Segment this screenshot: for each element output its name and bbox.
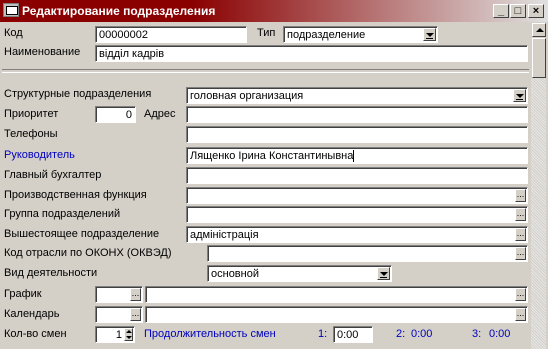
okonh-lookup-button[interactable]: ... xyxy=(515,247,526,260)
parent-input[interactable]: адміністрація ... xyxy=(186,226,528,243)
type-label: Тип xyxy=(257,27,276,39)
activity-label: Вид деятельности xyxy=(4,267,98,279)
maximize-button[interactable]: □ xyxy=(510,4,526,18)
shift2-duration-value: 0:00 xyxy=(411,328,433,340)
schedule-lookup-button[interactable]: ... xyxy=(515,288,526,301)
activity-select-value: основной xyxy=(211,268,259,280)
minimize-button[interactable]: _ xyxy=(493,4,509,18)
function-input[interactable]: ... xyxy=(186,187,528,204)
type-select-value: подразделение xyxy=(287,29,366,41)
parent-input-value: адміністрація xyxy=(190,229,259,241)
scroll-up-icon[interactable] xyxy=(532,23,546,37)
structural-label: Структурные подразделения xyxy=(4,88,152,100)
shift3-label: 3: xyxy=(472,328,482,340)
activity-select[interactable]: основной xyxy=(207,265,392,282)
shift3-duration-value: 0:00 xyxy=(489,328,511,340)
chevron-down-icon[interactable] xyxy=(423,28,436,41)
priority-input[interactable]: 0 xyxy=(95,106,136,123)
priority-label: Приоритет xyxy=(4,108,59,120)
shift2-label: 2: xyxy=(396,328,406,340)
divider xyxy=(2,69,529,73)
shifts-label: Кол-во смен xyxy=(4,328,67,340)
address-input[interactable] xyxy=(186,106,528,123)
name-label: Наименование xyxy=(4,46,81,58)
chevron-down-icon[interactable] xyxy=(513,89,526,102)
type-select[interactable]: подразделение xyxy=(283,26,438,43)
phones-input[interactable] xyxy=(186,126,528,143)
head-input[interactable]: Лященко Ірина Константинывна xyxy=(186,147,528,164)
calendar-code-lookup-button[interactable]: ... xyxy=(130,308,141,321)
structural-select-value: головная организация xyxy=(190,90,304,102)
window-icon xyxy=(3,3,19,17)
name-input[interactable]: відділ кадрів xyxy=(95,45,528,62)
schedule-code-lookup-button[interactable]: ... xyxy=(130,288,141,301)
code-input[interactable]: 00000002 xyxy=(95,26,247,43)
group-label: Группа подразделений xyxy=(4,208,121,220)
group-input[interactable]: ... xyxy=(186,206,528,223)
okonh-input[interactable]: ... xyxy=(207,245,528,262)
structural-select[interactable]: головная организация xyxy=(186,87,528,104)
head-label[interactable]: Руководитель xyxy=(4,149,75,161)
accountant-input[interactable] xyxy=(186,167,528,184)
scroll-track[interactable] xyxy=(531,78,546,349)
calendar-label: Календарь xyxy=(4,308,60,320)
parent-lookup-button[interactable]: ... xyxy=(515,228,526,241)
shifts-value: 1 xyxy=(115,329,122,341)
shifts-stepper[interactable]: 1 xyxy=(95,326,135,343)
schedule-name-input[interactable]: ... xyxy=(145,286,528,303)
shift1-duration-input[interactable]: 0:00 xyxy=(333,326,373,343)
close-button[interactable]: × xyxy=(528,4,544,18)
group-lookup-button[interactable]: ... xyxy=(515,208,526,221)
vertical-scrollbar[interactable] xyxy=(531,22,546,349)
text-cursor xyxy=(353,150,355,163)
phones-label: Телефоны xyxy=(4,128,58,140)
function-label: Производственная функция xyxy=(4,189,147,201)
duration-label: Продолжительность смен xyxy=(144,328,276,340)
calendar-lookup-button[interactable]: ... xyxy=(515,308,526,321)
schedule-code-input[interactable]: ... xyxy=(95,286,143,303)
spin-arrows-icon[interactable] xyxy=(124,328,133,341)
head-input-value: Лященко Ірина Константинывна xyxy=(190,150,354,162)
address-label: Адрес xyxy=(144,108,176,120)
accountant-label: Главный бухгалтер xyxy=(4,169,102,181)
shift1-label: 1: xyxy=(318,328,328,340)
window-title: Редактирование подразделения xyxy=(22,4,216,18)
scroll-thumb[interactable] xyxy=(532,38,546,78)
okonh-label: Код отрасли по ОКОНХ (ОКВЭД) xyxy=(4,247,172,259)
code-label: Код xyxy=(4,27,23,39)
calendar-name-input[interactable]: ... xyxy=(145,306,528,323)
chevron-down-icon[interactable] xyxy=(377,267,390,280)
calendar-code-input[interactable]: ... xyxy=(95,306,143,323)
schedule-label: График xyxy=(4,288,42,300)
function-lookup-button[interactable]: ... xyxy=(515,189,526,202)
title-bar: Редактирование подразделения _ □ × xyxy=(0,0,548,22)
parent-label: Вышестоящее подразделение xyxy=(4,228,160,240)
